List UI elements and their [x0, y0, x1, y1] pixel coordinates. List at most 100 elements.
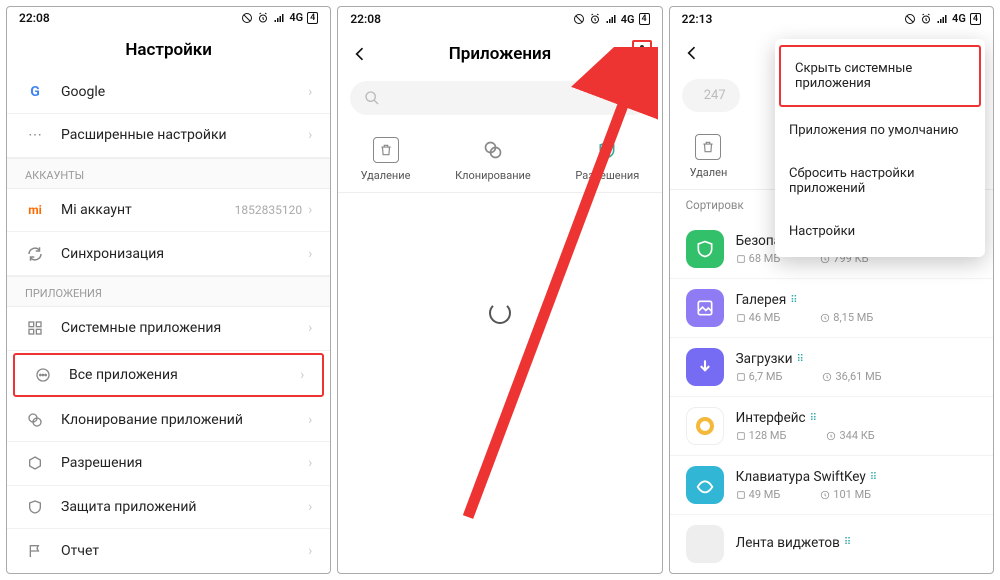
back-button[interactable] [682, 43, 702, 63]
dnd-icon [573, 13, 585, 25]
status-icons: 4G 4 [904, 12, 981, 25]
network-label: 4G [952, 12, 966, 25]
app-item[interactable]: Галерея⠿ 46 МБ 8,15 МБ [670, 279, 993, 338]
search-icon [364, 90, 380, 106]
header: Настройки [7, 29, 330, 71]
search-count: 247 [704, 88, 726, 103]
storage-icon [736, 254, 746, 264]
chevron-right-icon: › [308, 320, 312, 336]
trash-icon [373, 137, 399, 163]
action-delete[interactable]: Удаление [361, 137, 411, 182]
clock-icon [820, 490, 830, 500]
clock: 22:13 [682, 12, 713, 26]
status-icons: 4G 4 [241, 11, 318, 24]
more-button[interactable] [632, 40, 652, 68]
alarm-icon [920, 13, 932, 25]
search-input[interactable]: 247 [682, 79, 740, 112]
dots-icon: ⋯ [25, 125, 45, 145]
back-button[interactable] [350, 44, 370, 64]
alarm-icon [257, 12, 269, 24]
storage-icon [736, 490, 746, 500]
row-advanced[interactable]: ⋯ Расширенные настройки › [7, 114, 330, 158]
storage-icon [736, 372, 746, 382]
overflow-menu: Скрыть системные приложения Приложения п… [775, 39, 985, 257]
storage-icon [736, 313, 746, 323]
screenshot-2: 22:08 4G 4 Приложения Удаление Клонирова… [337, 6, 662, 574]
shield-icon [25, 497, 45, 517]
flag-icon [25, 541, 45, 561]
chevron-right-icon: › [308, 202, 312, 218]
app-list: Безопасность⠿ 68 МБ 799 КБ Галерея⠿ 46 М… [670, 220, 993, 573]
app-icon-swiftkey [686, 466, 724, 504]
loading-dots-icon: ⠿ [844, 537, 851, 548]
signal-icon [273, 12, 285, 24]
clock-icon [826, 431, 836, 441]
mi-id: 1852835120 [235, 203, 302, 217]
chevron-right-icon: › [308, 455, 312, 471]
row-mi-account[interactable]: mi Mi аккаунт 1852835120 › [7, 189, 330, 233]
battery-icon: 4 [307, 12, 318, 24]
section-apps: ПРИЛОЖЕНИЯ [7, 276, 330, 307]
action-delete[interactable]: Удален [690, 134, 728, 179]
menu-settings[interactable]: Настройки [775, 210, 985, 253]
row-system-apps[interactable]: Системные приложения › [7, 307, 330, 351]
status-bar: 22:08 4G 4 [338, 7, 661, 31]
battery-icon: 4 [639, 13, 650, 25]
loading-dots-icon: ⠿ [797, 354, 804, 365]
search-input[interactable] [350, 81, 649, 115]
screenshot-1: 22:08 4G 4 Настройки G Google › ⋯ Расшир… [6, 6, 331, 574]
clock: 22:08 [19, 11, 50, 25]
loading-dots-icon: ⠿ [790, 295, 797, 306]
status-bar: 22:08 4G 4 [7, 7, 330, 29]
network-label: 4G [289, 11, 303, 24]
action-row: Удаление Клонирование Разрешения [338, 123, 661, 193]
signal-icon [605, 13, 617, 25]
dnd-icon [241, 12, 253, 24]
chevron-right-icon: › [308, 543, 312, 559]
app-item[interactable]: Загрузки⠿ 6,7 МБ 36,61 МБ [670, 338, 993, 397]
status-icons: 4G 4 [573, 13, 650, 26]
row-google[interactable]: G Google › [7, 70, 330, 114]
trash-icon [695, 134, 721, 160]
menu-reset-app-settings[interactable]: Сбросить настройки приложений [775, 152, 985, 210]
apps-icon [33, 365, 53, 385]
chevron-right-icon: › [308, 412, 312, 428]
action-clone[interactable]: Клонирование [455, 137, 531, 182]
loading-dots-icon: ⠿ [870, 472, 877, 483]
clone-icon [480, 137, 506, 163]
chevron-right-icon: › [308, 84, 312, 100]
screenshot-3: 22:13 4G 4 247 Удален Сортировк Безопа [669, 6, 994, 574]
dnd-icon [904, 13, 916, 25]
loading-spinner [489, 302, 511, 324]
sync-icon [25, 244, 45, 264]
clock-icon [822, 372, 832, 382]
header: Приложения [338, 31, 661, 77]
chevron-right-icon: › [308, 499, 312, 515]
app-item[interactable]: Клавиатура SwiftKey⠿ 49 МБ 101 МБ [670, 456, 993, 515]
app-icon-downloads [686, 348, 724, 386]
shield-check-icon [594, 137, 620, 163]
row-report[interactable]: Отчет › [7, 529, 330, 573]
loading-dots-icon: ⠿ [810, 413, 817, 424]
row-permissions[interactable]: Разрешения › [7, 442, 330, 486]
app-icon-security [686, 230, 724, 268]
menu-default-apps[interactable]: Приложения по умолчанию [775, 109, 985, 152]
action-permissions[interactable]: Разрешения [575, 137, 639, 182]
status-bar: 22:13 4G 4 [670, 7, 993, 30]
menu-hide-system-apps[interactable]: Скрыть системные приложения [779, 45, 981, 107]
row-all-apps[interactable]: Все приложения › [13, 353, 324, 397]
row-app-protection[interactable]: Защита приложений › [7, 486, 330, 530]
annotation-arrow [448, 47, 658, 537]
hex-icon [25, 453, 45, 473]
row-sync[interactable]: Синхронизация › [7, 232, 330, 276]
section-accounts: АККАУНТЫ [7, 158, 330, 189]
page-title: Приложения [449, 44, 551, 64]
signal-icon [936, 13, 948, 25]
row-clone-apps[interactable]: Клонирование приложений › [7, 399, 330, 443]
alarm-icon [589, 13, 601, 25]
app-icon-gallery [686, 289, 724, 327]
app-item[interactable]: Лента виджетов⠿ [670, 515, 993, 573]
app-item[interactable]: Интерфейс⠿ 128 МБ 344 КБ [670, 397, 993, 456]
app-icon-widgets [686, 525, 724, 563]
chevron-right-icon: › [308, 246, 312, 262]
